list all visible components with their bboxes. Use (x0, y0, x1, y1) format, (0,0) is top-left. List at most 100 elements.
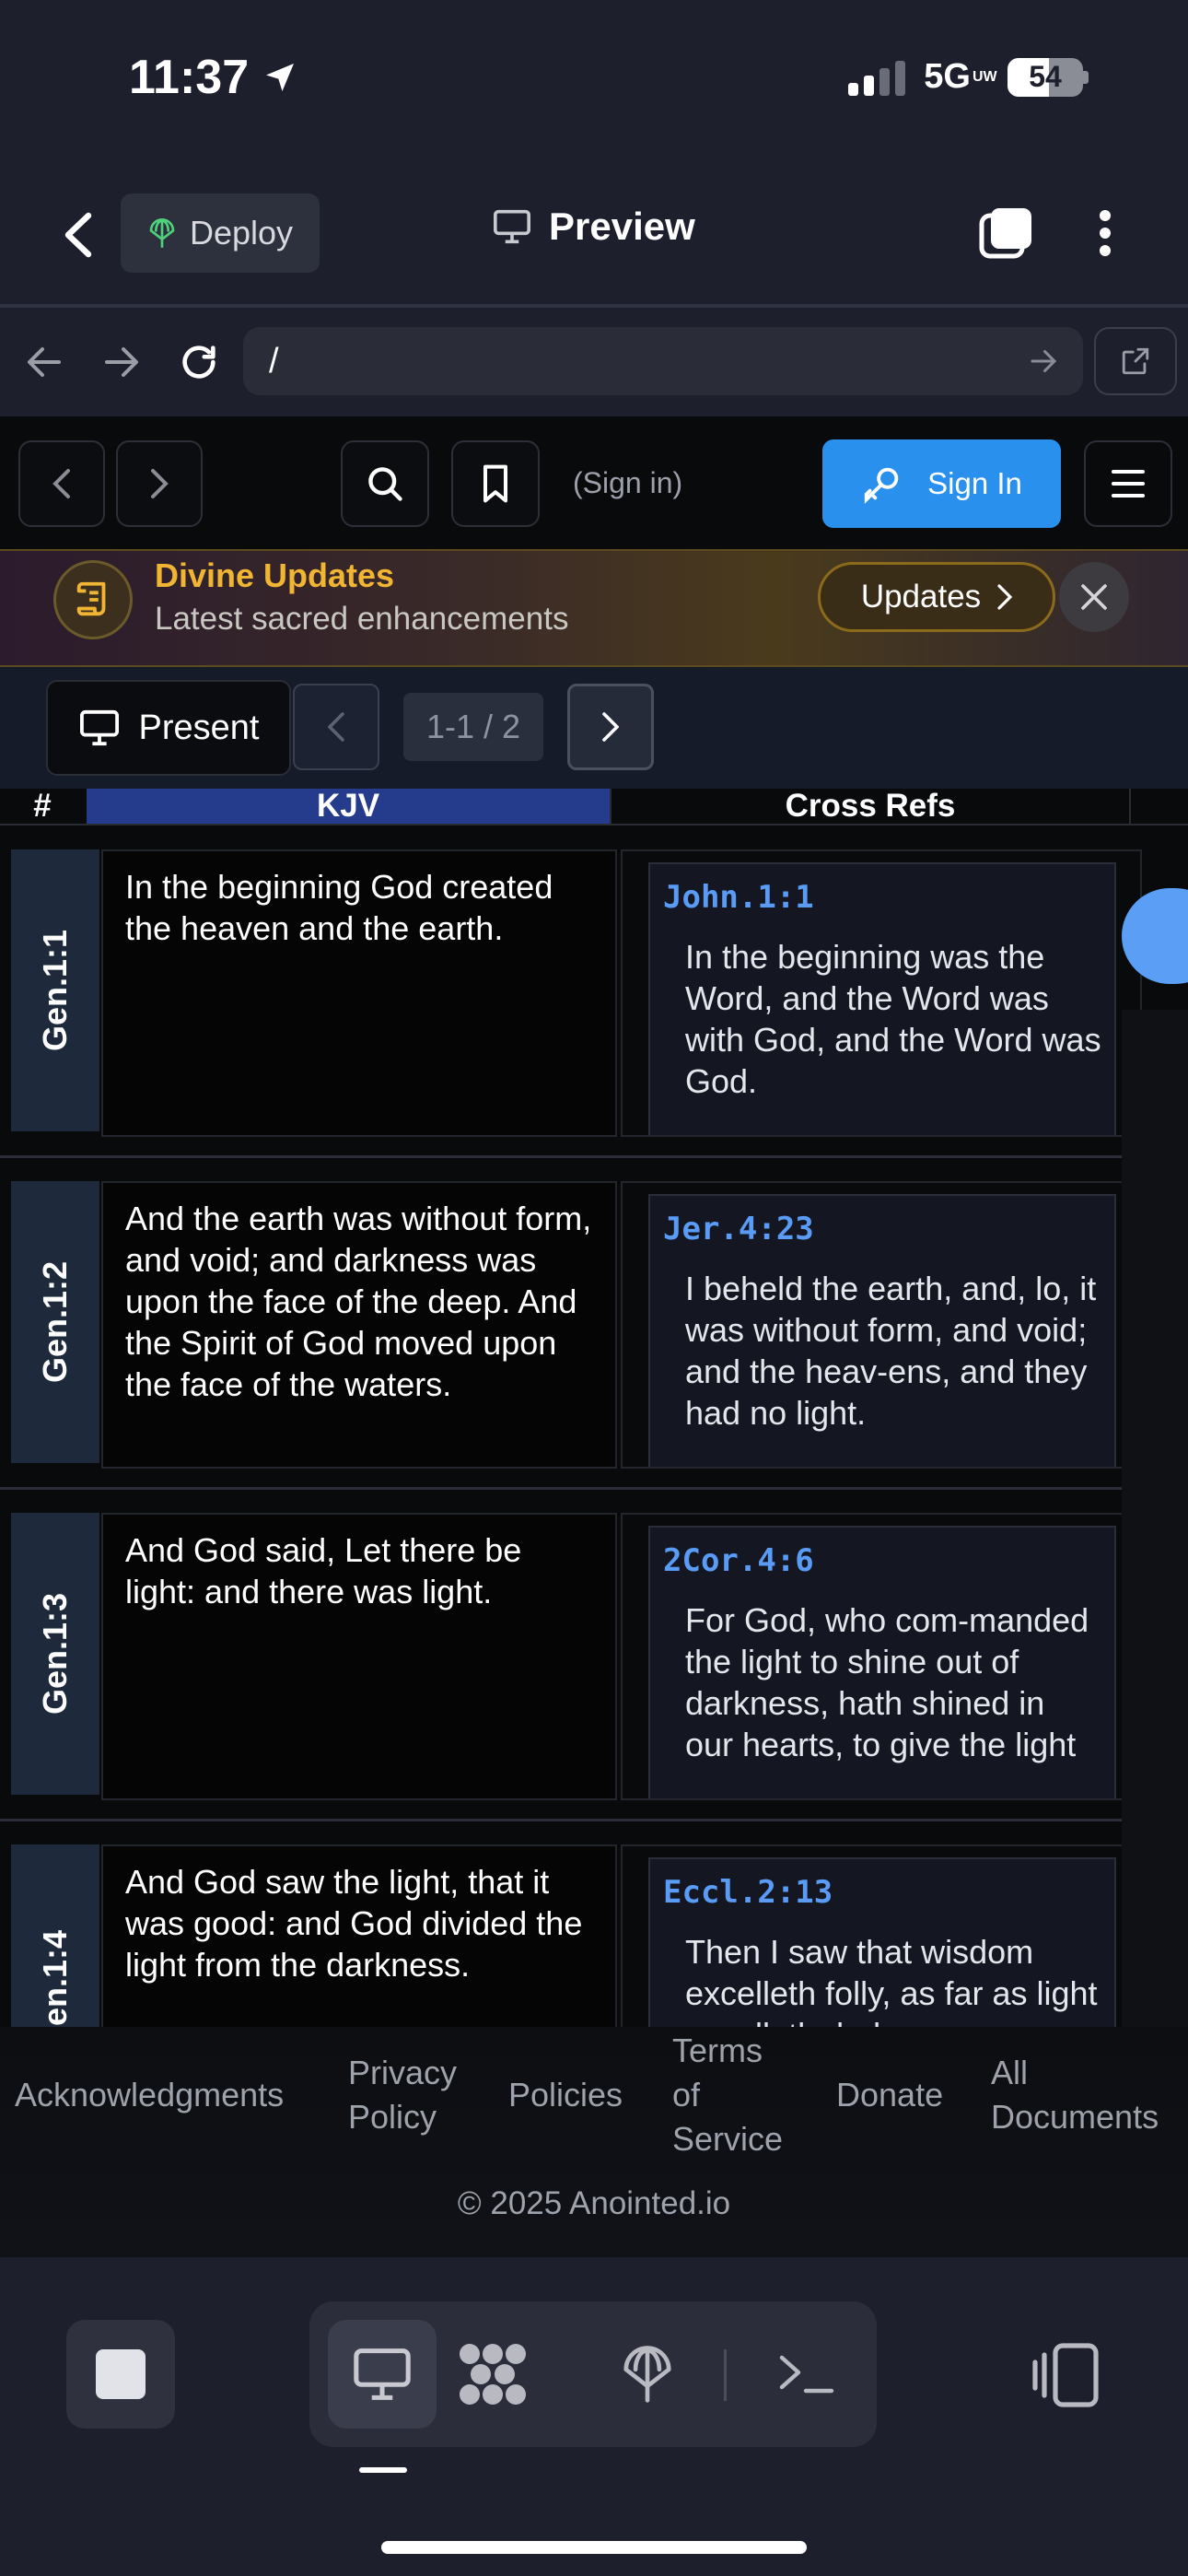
cross-ref-card[interactable]: 2Cor.4:6 For God, who com-manded the lig… (648, 1526, 1116, 1798)
bookmark-icon (483, 464, 508, 503)
table-row: Gen.1:2 And the earth was without form, … (0, 1155, 1188, 1489)
dock-terminal-button[interactable] (751, 2320, 860, 2429)
external-link-icon (1122, 347, 1149, 375)
search-button[interactable] (341, 440, 429, 527)
arrow-left-icon (28, 347, 61, 377)
verse-ref-cell[interactable]: Gen.1:1 (11, 849, 99, 1131)
preview-title[interactable]: Preview (492, 205, 695, 249)
side-panel-icon (1032, 2343, 1099, 2407)
updates-button[interactable]: Updates (818, 562, 1055, 632)
battery-icon: 54 (1007, 57, 1089, 97)
verse-ref: Gen.1:4 (36, 1929, 75, 2027)
cross-ref-card[interactable]: Eccl.2:13 Then I saw that wisdom excelle… (648, 1857, 1116, 2027)
footer-link-all-documents[interactable]: All Documents (991, 2051, 1184, 2139)
present-label: Present (138, 708, 260, 747)
footer-link-policies[interactable]: Policies (508, 2073, 623, 2117)
page-indicator-dot (359, 2467, 407, 2473)
cross-ref-text: I beheld the earth, and, lo, it was with… (685, 1270, 1097, 1432)
page-prev-button[interactable] (293, 684, 379, 770)
verse-ref: Gen.1:3 (36, 1592, 75, 1715)
sign-in-label: Sign In (927, 466, 1022, 500)
cross-ref-cell: Jer.4:23 I beheld the earth, and, lo, it… (621, 1181, 1142, 1469)
reload-button[interactable] (171, 332, 227, 392)
deploy-icon (149, 217, 175, 248)
cross-ref-link[interactable]: Jer.4:23 (663, 1211, 1101, 1247)
footer-link-donate[interactable]: Donate (836, 2073, 943, 2117)
site-prev-button[interactable] (18, 440, 105, 527)
apps-grid-icon (460, 2344, 526, 2405)
footer-link-privacy-policy[interactable]: Privacy Policy (348, 2051, 486, 2139)
monitor-icon (494, 209, 530, 244)
footer-link-acknowledgments[interactable]: Acknowledgments (15, 2073, 284, 2117)
footer-link-terms[interactable]: Terms of Service (672, 2029, 783, 2161)
status-indicators: 5G UW 54 (848, 57, 1089, 97)
col-header-kjv[interactable]: KJV (87, 789, 610, 824)
deploy-button[interactable]: Deploy (121, 193, 320, 273)
status-time: 11:37 (129, 50, 298, 105)
chevron-left-icon (64, 212, 92, 258)
table-row: Gen.1:1 In the beginning God created the… (0, 833, 1188, 1166)
verse-ref-cell[interactable]: Gen.1:4 (11, 1844, 99, 2027)
bookmark-button[interactable] (451, 440, 540, 527)
home-indicator[interactable] (381, 2541, 807, 2554)
chevron-right-icon (602, 712, 619, 742)
cross-ref-link[interactable]: 2Cor.4:6 (663, 1542, 1101, 1579)
browser-back-button[interactable] (17, 332, 72, 392)
dock-preview-button[interactable] (328, 2320, 437, 2429)
cross-ref-link[interactable]: John.1:1 (663, 879, 1101, 916)
close-banner-button[interactable] (1059, 562, 1129, 632)
header-divider (0, 824, 1188, 825)
col-header-cross-refs[interactable]: Cross Refs (610, 789, 1131, 824)
back-button[interactable] (55, 203, 101, 267)
verse-ref-cell[interactable]: Gen.1:3 (11, 1513, 99, 1795)
dock-toolbar (309, 2301, 877, 2447)
cross-ref-cell: Eccl.2:13 Then I saw that wisdom excelle… (621, 1844, 1142, 2027)
monitor-icon (79, 709, 119, 746)
verse-ref-cell[interactable]: Gen.1:2 (11, 1181, 99, 1463)
updates-label: Updates (860, 579, 982, 615)
url-bar[interactable]: / (243, 327, 1083, 395)
browser-forward-button[interactable] (94, 332, 149, 392)
page-next-button[interactable] (567, 684, 654, 770)
cross-ref-link[interactable]: Eccl.2:13 (663, 1874, 1101, 1911)
chevron-right-icon (997, 584, 1013, 610)
site-next-button[interactable] (116, 440, 203, 527)
cross-ref-text: For God, who com-manded the light to shi… (685, 1601, 1089, 1763)
banner-subtitle: Latest sacred enhancements (155, 601, 569, 637)
hamburger-menu-icon[interactable] (1084, 440, 1172, 527)
cross-ref-cell: John.1:1 In the beginning was the Word, … (621, 849, 1142, 1137)
tabs-icon (979, 208, 1031, 259)
cross-ref-text: In the beginning was the Word, and the W… (685, 938, 1101, 1100)
cross-ref-card[interactable]: John.1:1 In the beginning was the Word, … (648, 862, 1116, 1135)
terminal-icon (779, 2355, 834, 2394)
signin-hint: (Sign in) (573, 466, 683, 499)
present-button[interactable]: Present (46, 680, 291, 776)
table-row: Gen.1:3 And God said, Let there be light… (0, 1487, 1188, 1821)
url-text: / (269, 341, 279, 381)
kjv-cell: And God saw the light, that it was good:… (101, 1844, 617, 2027)
header-divider (0, 304, 1188, 308)
cross-ref-card[interactable]: Jer.4:23 I beheld the earth, and, lo, it… (648, 1194, 1116, 1467)
sign-in-button[interactable]: Sign In (822, 439, 1061, 528)
verse-ref: Gen.1:1 (36, 929, 75, 1052)
dock-apps-button[interactable] (438, 2320, 547, 2429)
stop-button[interactable] (66, 2320, 175, 2429)
kjv-cell: In the beginning God created the heaven … (101, 849, 617, 1137)
tabs-button[interactable] (978, 205, 1035, 262)
close-icon (1081, 584, 1107, 610)
kjv-cell: And the earth was without form, and void… (101, 1181, 617, 1469)
deploy-icon (623, 2346, 671, 2403)
banner-title: Divine Updates (155, 556, 395, 594)
dock-deploy-button[interactable] (593, 2320, 702, 2429)
search-icon (368, 467, 402, 501)
stop-icon (96, 2349, 146, 2399)
go-arrow-icon[interactable] (1030, 348, 1057, 374)
preview-label: Preview (549, 205, 695, 248)
dock-layout-button[interactable] (1030, 2340, 1103, 2410)
open-external-button[interactable] (1094, 327, 1177, 395)
dock-divider (724, 2349, 727, 2401)
more-menu-icon[interactable] (1087, 205, 1124, 262)
chevron-left-icon (328, 712, 344, 742)
scroll-icon (53, 560, 133, 639)
col-header-num: # (33, 788, 52, 824)
